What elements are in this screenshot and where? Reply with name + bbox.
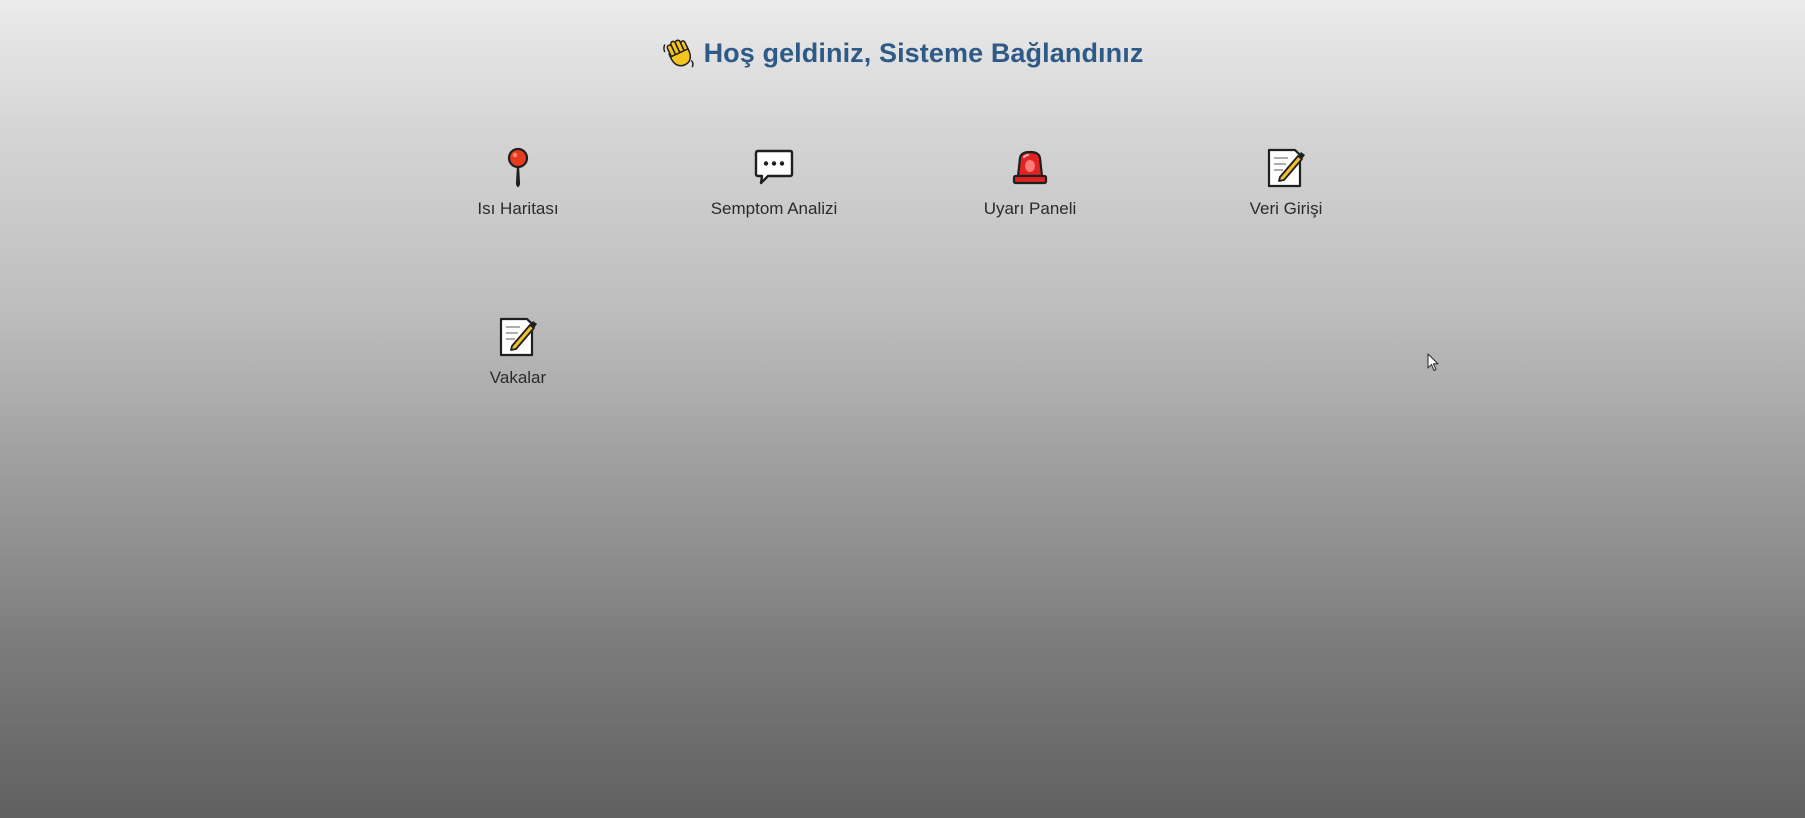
speech-bubble-icon (754, 149, 794, 185)
tile-label: Vakalar (489, 368, 547, 387)
tile-uyari-paneli[interactable]: Uyarı Paneli (930, 146, 1130, 219)
page-title: Hoş geldiniz, Sisteme Bağlandınız (703, 37, 1144, 68)
siren-icon (1012, 150, 1048, 185)
tile-label: Semptom Analizi (710, 199, 838, 218)
tile-semptom-analizi[interactable]: Semptom Analizi (674, 146, 874, 219)
page-header: Hoş geldiniz, Sisteme Bağlandınız (0, 36, 1805, 75)
tile-label: Isı Haritası (477, 199, 559, 218)
tile-isi-haritasi[interactable]: Isı Haritası (418, 146, 618, 219)
header-content: Hoş geldiniz, Sisteme Bağlandınız (662, 36, 1144, 70)
memo-icon (499, 317, 537, 357)
pushpin-icon (507, 147, 529, 188)
tile-vakalar[interactable]: Vakalar (418, 315, 618, 388)
tile-label: Uyarı Paneli (983, 199, 1077, 218)
tile-veri-girisi[interactable]: Veri Girişi (1186, 146, 1386, 219)
tile-label: Veri Girişi (1249, 199, 1323, 218)
waving-hand-icon (662, 39, 694, 68)
mouse-cursor-icon (1427, 353, 1439, 372)
memo-icon (1267, 148, 1305, 188)
